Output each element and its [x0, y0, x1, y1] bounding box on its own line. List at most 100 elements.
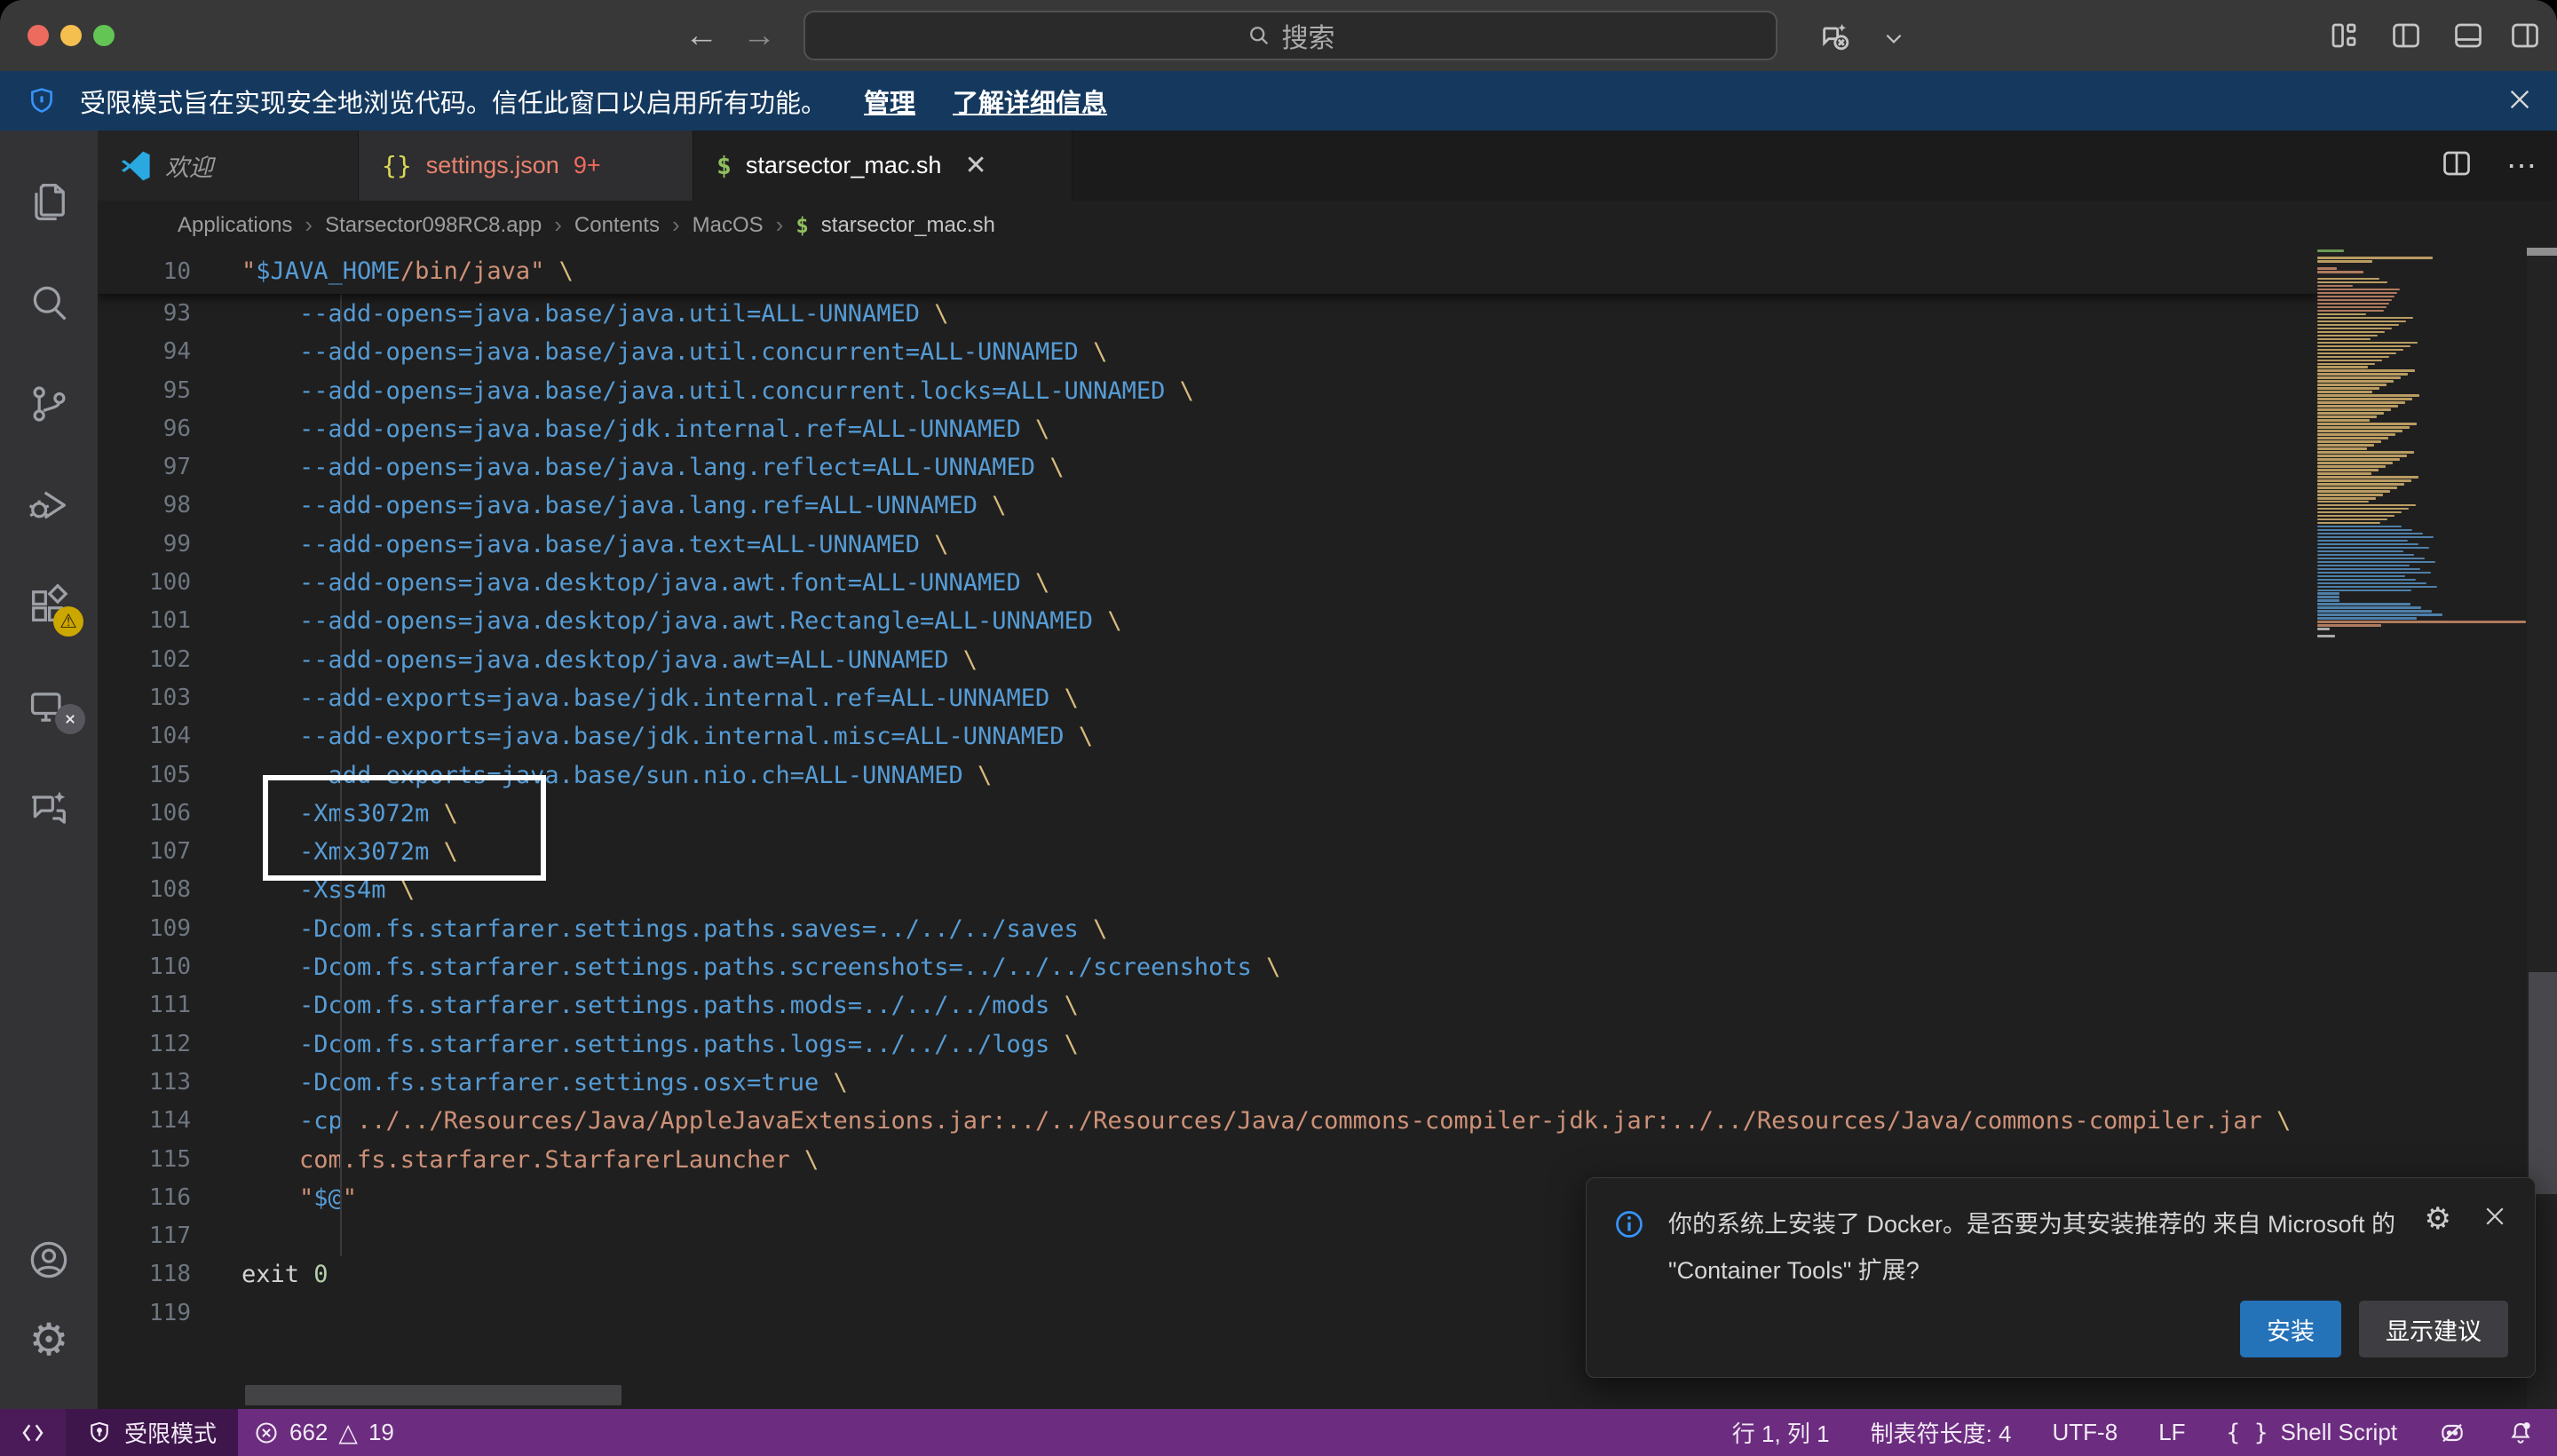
sidebar-item-chat[interactable]: [0, 763, 98, 855]
banner-manage-link[interactable]: 管理: [864, 83, 915, 120]
breadcrumb-item[interactable]: MacOS: [693, 213, 764, 238]
sticky-scroll-line[interactable]: 10"$JAVA_HOME/bin/java" \: [98, 249, 2317, 295]
code-line[interactable]: 113 -Dcom.fs.starfarer.settings.osx=true…: [98, 1064, 2317, 1102]
restricted-mode-status[interactable]: 受限模式: [66, 1409, 238, 1456]
code-line[interactable]: 93 --add-opens=java.base/java.util=ALL-U…: [98, 295, 2317, 333]
navigate-forward-button[interactable]: →: [737, 16, 781, 55]
cursor-position-status[interactable]: 行 1, 列 1: [1712, 1409, 1850, 1456]
sidebar-item-source-control[interactable]: [0, 358, 98, 450]
language-mode-status[interactable]: { } Shell Script: [2206, 1409, 2418, 1456]
close-window-button[interactable]: [28, 25, 49, 46]
sidebar-item-run-debug[interactable]: [0, 459, 98, 551]
code-line[interactable]: 115 com.fs.starfarer.StarfarerLauncher \: [98, 1141, 2317, 1179]
sidebar-item-remote-explorer[interactable]: [0, 661, 98, 754]
toggle-panel-icon[interactable]: [2452, 20, 2484, 51]
code-line[interactable]: 103 --add-exports=java.base/jdk.internal…: [98, 679, 2317, 717]
horizontal-scrollbar-thumb[interactable]: [245, 1385, 621, 1405]
code-line[interactable]: 96 --add-opens=java.base/jdk.internal.re…: [98, 410, 2317, 448]
tab-settings-json[interactable]: {} settings.json 9+: [359, 131, 693, 201]
minimap-line: [2317, 479, 2411, 482]
breadcrumb-item[interactable]: Applications: [178, 213, 292, 238]
copilot-disabled-icon[interactable]: [1818, 20, 1854, 55]
navigate-back-button[interactable]: ←: [679, 16, 724, 55]
code-line[interactable]: 112 -Dcom.fs.starfarer.settings.paths.lo…: [98, 1025, 2317, 1064]
breadcrumb-item[interactable]: Contents: [574, 213, 660, 238]
minimap-line: [2317, 533, 2423, 535]
line-number: 107: [98, 833, 241, 871]
minimap-line: [2317, 490, 2390, 493]
minimap-line: [2317, 433, 2395, 436]
minimap-line: [2317, 380, 2394, 383]
minimap-line: [2317, 504, 2416, 507]
encoding-status[interactable]: UTF-8: [2032, 1409, 2139, 1456]
settings-gear-icon[interactable]: ⚙: [0, 1294, 98, 1386]
code-line[interactable]: 102 --add-opens=java.desktop/java.awt=AL…: [98, 641, 2317, 679]
minimap-line: [2317, 369, 2415, 372]
line-number: 112: [98, 1025, 241, 1064]
tab-welcome[interactable]: 欢迎: [98, 131, 359, 201]
minimap-line: [2317, 296, 2395, 298]
sidebar-item-extensions[interactable]: ⚠: [0, 560, 98, 653]
minimap-line: [2317, 338, 2371, 341]
banner-close-icon[interactable]: [2506, 85, 2534, 121]
line-number: 96: [98, 410, 241, 448]
toggle-sidebar-icon[interactable]: [2390, 20, 2422, 51]
minimap-line: [2317, 635, 2335, 637]
show-recommendations-button[interactable]: 显示建议: [2359, 1301, 2508, 1357]
sidebar-item-search[interactable]: [0, 257, 98, 349]
code-line[interactable]: 95 --add-opens=java.base/java.util.concu…: [98, 372, 2317, 410]
line-number: 94: [98, 333, 241, 371]
split-editor-icon[interactable]: [2441, 147, 2473, 184]
code-line[interactable]: 114 -cp ../../Resources/Java/AppleJavaEx…: [98, 1102, 2317, 1140]
code-line[interactable]: 99 --add-opens=java.base/java.text=ALL-U…: [98, 526, 2317, 564]
indentation-status[interactable]: 制表符长度: 4: [1850, 1409, 2032, 1456]
minimap-line: [2317, 313, 2366, 316]
line-number: 105: [98, 756, 241, 795]
maximize-window-button[interactable]: [93, 25, 115, 46]
code-line[interactable]: 111 -Dcom.fs.starfarer.settings.paths.mo…: [98, 986, 2317, 1025]
banner-learn-more-link[interactable]: 了解详细信息: [953, 83, 1107, 120]
account-icon[interactable]: [0, 1214, 98, 1306]
minimap-line: [2317, 624, 2381, 627]
notification-close-icon[interactable]: [2482, 1203, 2508, 1236]
minimap[interactable]: [2317, 249, 2526, 693]
minimap-line: [2317, 501, 2369, 503]
sidebar-item-explorer[interactable]: [0, 155, 98, 248]
notification-toast: 你的系统上安装了 Docker。是否要为其安装推荐的 来自 Microsoft …: [1586, 1177, 2536, 1378]
eol-status[interactable]: LF: [2138, 1409, 2205, 1456]
line-number: 95: [98, 372, 241, 410]
problems-status[interactable]: 662 △ 19: [238, 1409, 410, 1456]
code-line[interactable]: 97 --add-opens=java.base/java.lang.refle…: [98, 448, 2317, 487]
minimap-line: [2317, 617, 2417, 620]
code-line[interactable]: 110 -Dcom.fs.starfarer.settings.paths.sc…: [98, 948, 2317, 986]
install-button[interactable]: 安装: [2240, 1301, 2341, 1357]
minimize-window-button[interactable]: [60, 25, 82, 46]
copilot-status-icon[interactable]: [2418, 1409, 2487, 1456]
tab-close-icon[interactable]: ✕: [964, 150, 986, 181]
code-line[interactable]: 94 --add-opens=java.base/java.util.concu…: [98, 333, 2317, 371]
vertical-scrollbar-thumb[interactable]: [2529, 972, 2557, 1194]
notifications-bell-icon[interactable]: [2487, 1409, 2557, 1456]
minimap-line: [2317, 590, 2411, 592]
minimap-line: [2317, 575, 2405, 578]
minimap-line: [2317, 568, 2420, 571]
chevron-down-icon[interactable]: [1882, 27, 1905, 50]
minimap-line: [2317, 440, 2381, 443]
code-line[interactable]: 98 --add-opens=java.base/java.lang.ref=A…: [98, 487, 2317, 525]
minimap-line: [2317, 603, 2411, 605]
breadcrumb-item[interactable]: Starsector098RC8.app: [325, 213, 542, 238]
code-line[interactable]: 100 --add-opens=java.desktop/java.awt.fo…: [98, 564, 2317, 602]
code-line[interactable]: 101 --add-opens=java.desktop/java.awt.Re…: [98, 602, 2317, 640]
customize-layout-icon[interactable]: [2328, 20, 2360, 51]
minimap-line: [2317, 628, 2330, 630]
code-line[interactable]: 104 --add-exports=java.base/jdk.internal…: [98, 717, 2317, 756]
breadcrumb-item[interactable]: starsector_mac.sh: [821, 213, 995, 238]
command-center-search[interactable]: 搜索: [804, 11, 1777, 60]
tab-starsector-mac-sh[interactable]: $ starsector_mac.sh ✕: [693, 131, 1073, 201]
more-actions-icon[interactable]: ⋯: [2506, 148, 2539, 184]
toggle-secondary-sidebar-icon[interactable]: [2509, 20, 2541, 51]
remote-indicator[interactable]: [0, 1409, 66, 1456]
scrollbar-top-element: [2527, 248, 2557, 256]
notification-settings-gear-icon[interactable]: ⚙: [2425, 1201, 2451, 1237]
code-line[interactable]: 109 -Dcom.fs.starfarer.settings.paths.sa…: [98, 910, 2317, 948]
